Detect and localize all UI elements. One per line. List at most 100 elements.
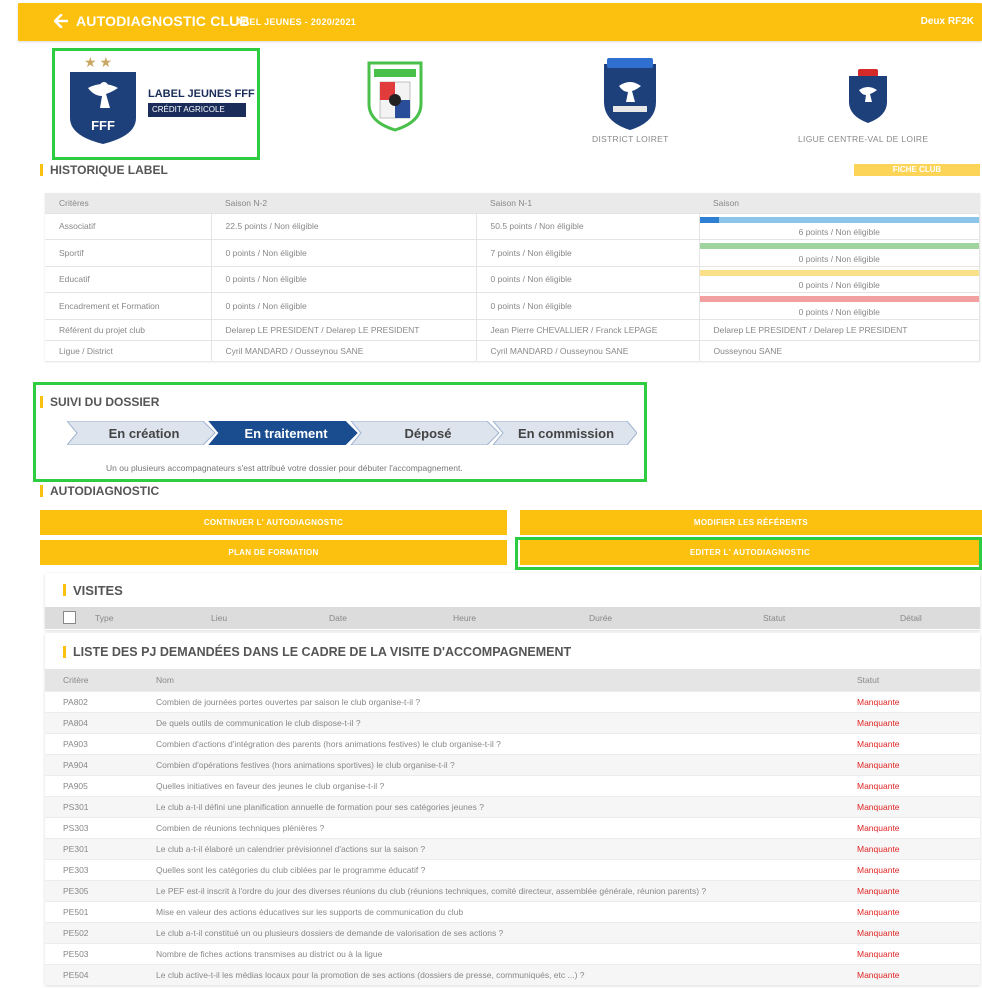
table-row[interactable]: PE504 Le club active-t-il les médias loca… [45,963,980,985]
section-title-pj: LISTE DES PJ DEMANDÉES DANS LE CADRE DE … [63,645,571,659]
pj-nom: Combien de journées portes ouvertes par … [156,690,857,712]
step-label: Déposé [404,426,452,441]
table-cell: 7 points / Non éligible [476,239,700,266]
section-title-suivi: SUIVI DU DOSSIER [40,395,159,409]
pj-status: Manquante [857,753,980,775]
score-text: 6 points / Non éligible [798,227,880,238]
plan-formation-button[interactable]: PLAN DE FORMATION [40,540,507,565]
pj-code: PE303 [45,858,156,880]
score-cell: 0 points / Non éligible [699,292,980,319]
pj-status: Manquante [857,690,980,712]
top-bar: AUTODIAGNOSTIC CLUB LABEL JEUNES - 2020/… [18,3,982,41]
table-row[interactable]: PE303 Quelles sont les catégories du club… [45,858,980,880]
column-header: Critère [45,669,156,691]
pj-code: PE502 [45,921,156,943]
pj-code: PS303 [45,816,156,838]
column-header: Saison N-1 [476,193,699,213]
select-all-checkbox[interactable] [63,611,76,624]
score-cell: 0 points / Non éligible [699,265,980,293]
table-cell: 0 points / Non éligible [476,265,700,293]
pj-code: PA905 [45,774,156,796]
pj-code: PE503 [45,942,156,964]
pj-status: Manquante [857,921,980,943]
table-cell: Cyril MANDARD / Ousseynou SANE [476,339,700,361]
table-row[interactable]: PS301 Le club a-t-il défini une planifica… [45,795,980,817]
table-cell: Delarep LE PRESIDENT / Delarep LE PRESID… [211,318,477,340]
continuer-autodiagnostic-button[interactable]: CONTINUER L' AUTODIAGNOSTIC [40,510,507,535]
table-row[interactable]: PE503 Nombre de fiches actions transmises… [45,942,980,964]
table-row: Sportif 0 points / Non éligible 7 points… [45,239,980,266]
progress-bar [699,216,979,223]
district-logo [604,58,656,130]
pj-status: Manquante [857,900,980,922]
table-row[interactable]: PE305 Le PEF est-il inscrit à l'ordre du … [45,879,980,901]
table-cell: Ousseynou SANE [699,339,980,361]
column-header: Saison N-2 [211,193,476,213]
page-subtitle: LABEL JEUNES - 2020/2021 [230,17,357,27]
progress-bar [699,296,979,302]
pj-status: Manquante [857,711,980,733]
section-title-autodiagnostic: AUTODIAGNOSTIC [40,484,159,498]
column-header: Nom [156,669,857,691]
table-row[interactable]: PA903 Combien d'actions d'intégration des… [45,732,980,754]
pj-code: PE301 [45,837,156,859]
ligue-logo [849,69,887,123]
district-name: DISTRICT LOIRET [592,134,669,144]
table-row[interactable]: PE501 Mise en valeur des actions éducativ… [45,900,980,922]
column-header: Statut [763,613,786,623]
pj-code: PA804 [45,711,156,733]
column-header: Critères [45,193,211,213]
step-label: En traitement [244,426,328,441]
pj-status: Manquante [857,858,980,880]
table-row[interactable]: PA905 Quelles initiatives en faveur des j… [45,774,980,796]
pj-status: Manquante [857,879,980,901]
table-row: Encadrement et Formation 0 points / Non … [45,292,980,319]
pj-code: PE305 [45,879,156,901]
section-title-historique: HISTORIQUE LABEL [40,163,168,177]
table-cell: 0 points / Non éligible [211,292,477,319]
modifier-referents-button[interactable]: MODIFIER LES RÉFÉRENTS [520,510,982,535]
pj-nom: Combien d'opérations festives (hors anim… [156,753,857,775]
table-row[interactable]: PS303 Combien de réunions techniques plén… [45,816,980,838]
table-row[interactable]: PE301 Le club a-t-il élaboré un calendrie… [45,837,980,859]
table-cell: Educatif [45,265,212,293]
stars-icon: ★★ [84,54,116,70]
table-cell: Ligue / District [45,339,212,361]
table-row: Ligue / District Cyril MANDARD / Ousseyn… [45,339,980,361]
column-header: Durée [589,613,613,623]
score-cell: 0 points / Non éligible [699,239,980,266]
section-title-visites: VISITES [63,583,123,598]
pj-code: PA903 [45,732,156,754]
table-row[interactable]: PE502 Le club a-t-il constitué un ou plus… [45,921,980,943]
pj-nom: Le club a-t-il constitué un ou plusieurs… [156,921,857,943]
table-row[interactable]: PA904 Combien d'opérations festives (hors… [45,753,980,775]
score-text: 0 points / Non éligible [798,280,880,291]
progress-fill [699,216,720,223]
pj-status: Manquante [857,963,980,985]
back-arrow-icon[interactable] [54,14,68,28]
step-label: En commission [517,426,615,441]
pj-status: Manquante [857,795,980,817]
suivi-message: Un ou plusieurs accompagnateurs s'est at… [106,463,463,473]
step-en-traitement: En traitement [219,421,353,445]
table-cell: 0 points / Non éligible [211,239,477,266]
label-jeunes-text: LABEL JEUNES FFF [148,88,255,100]
table-row[interactable]: PA804 De quels outils de communication le… [45,711,980,733]
pj-nom: Le club a-t-il élaboré un calendrier pré… [156,837,857,859]
pj-nom: Le club a-t-il défini une planification … [156,795,857,817]
pj-table: Critère Nom Statut PA802 Combien de journ… [45,669,980,985]
ligue-name: LIGUE CENTRE-VAL DE LOIRE [798,134,929,144]
table-row[interactable]: PA802 Combien de journées portes ouvertes… [45,690,980,712]
pj-nom: Combien d'actions d'intégration des pare… [156,732,857,754]
user-name[interactable]: Deux RF2K [921,16,974,27]
fff-logo: FFF [70,72,136,144]
pj-code: PE504 [45,963,156,985]
pj-nom: Quelles initiatives en faveur des jeunes… [156,774,857,796]
pj-nom: De quels outils de communication le club… [156,711,857,733]
pj-code: PA904 [45,753,156,775]
column-header: Saison [699,193,980,213]
table-cell: Jean Pierre CHEVALLIER / Franck LEPAGE [476,318,700,340]
column-header: Détail [900,613,922,623]
fiche-club-button[interactable]: FICHE CLUB [854,164,980,176]
table-cell: Référent du projet club [45,318,212,340]
